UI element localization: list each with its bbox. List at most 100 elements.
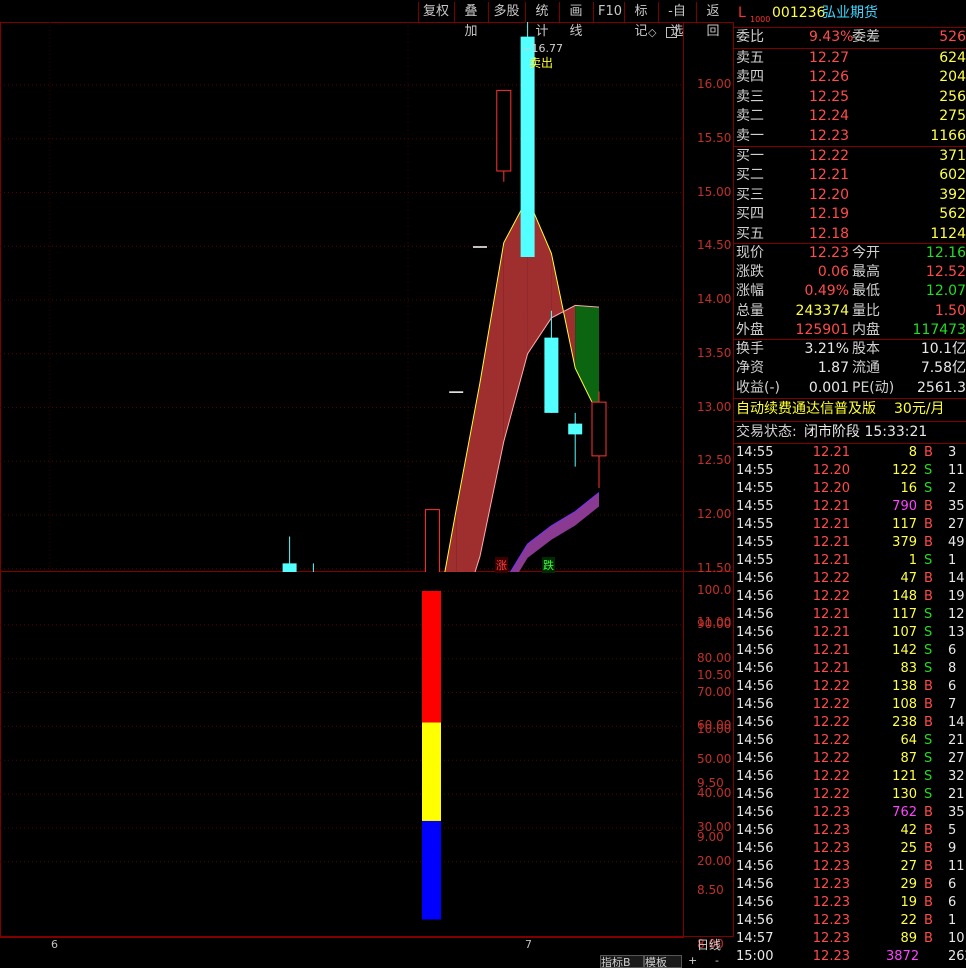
tick-row: 14:56 12.22 238 B 14 xyxy=(736,715,965,730)
ask-row: 卖一 12.23 1166 xyxy=(736,127,966,144)
candle-body xyxy=(473,246,487,248)
bid-row: 买一 12.22 371 xyxy=(736,148,966,164)
indicator-tick: 50.00 xyxy=(697,752,732,767)
bid-row: 买五 12.18 1124 xyxy=(736,225,966,242)
tick-row: 14:56 12.22 130 S 21 xyxy=(736,787,965,802)
tick-row: 14:55 12.21 8 B 3 xyxy=(736,445,957,460)
tick-row: 14:56 12.23 27 B 11 xyxy=(736,859,965,874)
ma-band xyxy=(575,305,599,417)
tick-row: 14:56 12.22 47 B 14 xyxy=(736,571,965,586)
candle-body xyxy=(449,391,464,393)
price-tick: 15.50 xyxy=(697,130,732,145)
tick-row: 14:56 12.22 121 S 32 xyxy=(736,769,965,784)
stat-row: 现价 12.23 今开 12.16 xyxy=(736,245,966,261)
price-tick: 13.00 xyxy=(697,399,732,414)
fund-row: 净资 1.87 流通 7.58亿 xyxy=(736,360,966,377)
zoom-out-button[interactable]: - xyxy=(715,954,729,967)
panel-toggle-icon[interactable] xyxy=(666,27,677,38)
toolbar-button-7[interactable]: -自选 xyxy=(658,2,695,39)
stat-row: 总量 243374 量比 1.50 xyxy=(736,302,966,319)
tick-row: 14:55 12.20 16 S 2 xyxy=(736,481,957,496)
indicator-bar-blue xyxy=(422,820,441,920)
tick-row: 14:56 12.23 29 B 6 xyxy=(736,877,957,892)
toolbar-button-0[interactable]: 复权 xyxy=(418,2,453,22)
tick-row: 14:55 12.21 379 B 49 xyxy=(736,535,965,550)
tick-row: 14:55 12.21 790 B 35 xyxy=(736,499,965,514)
toolbar-button-3[interactable]: 统计 xyxy=(525,2,558,39)
date-label-july: 7 xyxy=(525,938,532,951)
stat-row: 涨跌 0.06 最高 12.52 xyxy=(736,264,966,281)
toolbar: 复权 叠加 多股 统计 画线 F10 标记 -自选 返回 xyxy=(0,2,733,39)
indicator-chart[interactable] xyxy=(0,572,684,936)
diamond-icon[interactable]: ◇ xyxy=(648,26,656,39)
ask-row: 卖五 12.27 624 xyxy=(736,50,966,66)
tick-row: 14:56 12.22 64 S 21 xyxy=(736,733,965,748)
price-tick: 12.00 xyxy=(697,507,732,521)
indicator-tick: 100.0 xyxy=(697,583,732,597)
toolbar-button-6[interactable]: 标记 xyxy=(624,2,657,39)
tick-row: 14:56 12.21 117 S 12 xyxy=(736,607,965,622)
ask-row: 卖二 12.24 275 xyxy=(736,108,966,125)
tick-row: 14:56 12.23 19 B 6 xyxy=(736,895,957,910)
toolbar-button-4[interactable]: 画线 xyxy=(559,2,592,39)
level-badge: L xyxy=(738,5,746,21)
indicator-bar-yellow xyxy=(422,722,441,821)
indicator-tick: 30.00 xyxy=(697,819,732,834)
bid-row: 买四 12.19 562 xyxy=(736,206,966,223)
indicator-tick: 90.00 xyxy=(697,616,732,631)
candle-body xyxy=(568,423,583,435)
price-tick: 14.00 xyxy=(697,292,732,306)
tick-row: 14:56 12.23 42 B 5 xyxy=(736,823,957,838)
down-label: 跌 xyxy=(542,557,555,573)
tick-row: 14:56 12.21 107 S 13 xyxy=(736,625,965,640)
tick-row: 14:56 12.22 108 B 7 xyxy=(736,697,957,712)
toolbar-button-5[interactable]: F10 xyxy=(593,2,623,22)
tick-row: 14:55 12.21 117 B 27 xyxy=(736,517,965,532)
toolbar-button-2[interactable]: 多股 xyxy=(488,2,524,22)
up-label: 涨 xyxy=(495,557,508,573)
stock-header: L 1000 001236 弘业期货 xyxy=(734,4,966,26)
tick-row: 14:56 12.23 22 B 1 xyxy=(736,913,957,928)
candle-body xyxy=(282,563,297,572)
period-button[interactable]: 日线 xyxy=(684,937,734,954)
fund-row: 收益(-) 0.001 PE(动) 2561.3 xyxy=(736,379,966,396)
toolbar-button-1[interactable]: 叠加 xyxy=(454,2,487,39)
tick-row: 14:55 12.20 122 S 11 xyxy=(736,463,965,478)
stat-row: 外盘 125901 内盘 117473 xyxy=(736,321,966,338)
quote-panel: L 1000 001236 弘业期货 委比 9.43% 委差 526 卖五 12.… xyxy=(734,0,966,966)
stock-name[interactable]: 弘业期货 xyxy=(822,4,878,23)
tick-row: 14:56 12.22 148 B 19 xyxy=(736,589,965,604)
price-tick: 13.50 xyxy=(697,345,732,360)
template-tab[interactable]: 模板 xyxy=(644,955,682,968)
indicator-tick: 60.00 xyxy=(697,718,732,733)
trade-status: 交易状态: 闭市阶段 15:33:21 xyxy=(736,424,928,440)
indicator-tick: 70.00 xyxy=(697,684,732,699)
price-tick: 8.50 xyxy=(697,883,724,898)
candlestick-chart[interactable] xyxy=(0,22,684,572)
promo-banner[interactable]: 自动续费通达信普及版 30元/月 xyxy=(734,400,966,420)
zoom-in-button[interactable]: + xyxy=(688,954,702,967)
indicator-tick: 20.00 xyxy=(697,853,732,868)
bid-row: 买二 12.21 602 xyxy=(736,167,966,184)
indicator-tick: 40.00 xyxy=(697,786,732,801)
tick-row: 14:56 12.23 25 B 9 xyxy=(736,841,957,856)
price-tick: 10.50 xyxy=(697,668,732,683)
indicator-tick: 80.00 xyxy=(697,650,732,665)
candle-body xyxy=(496,89,512,172)
tick-row: 14:56 12.22 138 B 6 xyxy=(736,679,957,694)
tick-row: 14:57 12.23 89 B 10 xyxy=(736,931,965,946)
indicator-tab[interactable]: 指标B xyxy=(600,955,644,968)
tick-row: 14:55 12.21 1 S 1 xyxy=(736,553,957,568)
stock-code[interactable]: 001236 xyxy=(772,4,825,23)
weibi-row: 委比 9.43% 委差 526 xyxy=(736,29,966,45)
ask-row: 卖三 12.25 256 xyxy=(736,88,966,105)
ma-band xyxy=(480,242,504,557)
fund-row: 换手 3.21% 股本 10.1亿 xyxy=(736,341,966,357)
date-label-june: 6 xyxy=(51,938,58,951)
candle-body xyxy=(544,337,559,413)
price-tick: 16.00 xyxy=(697,77,732,91)
toolbar-button-8[interactable]: 返回 xyxy=(696,2,729,39)
tick-row: 14:56 12.23 762 B 35 xyxy=(736,805,965,820)
price-tick: 12.50 xyxy=(697,453,732,468)
tick-row: 14:56 12.21 83 S 8 xyxy=(736,661,957,676)
